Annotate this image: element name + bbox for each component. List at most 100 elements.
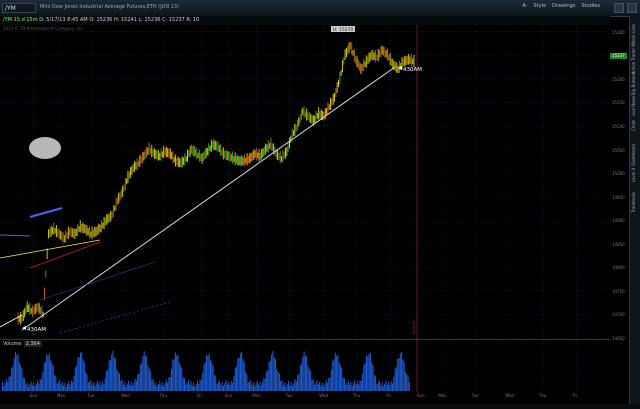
volume-bar xyxy=(302,356,304,391)
volume-bar xyxy=(273,357,275,391)
volume-bar xyxy=(376,383,378,391)
volume-bar xyxy=(93,381,94,391)
volume-bar xyxy=(269,360,271,391)
volume-bar xyxy=(112,350,114,391)
maximize-icon[interactable] xyxy=(627,3,637,13)
volume-bar xyxy=(249,382,250,391)
volume-label: Volume 2,364 xyxy=(3,341,42,347)
sidebar-tab[interactable]: Chart xyxy=(631,120,639,131)
volume-bar xyxy=(329,377,331,391)
volume-bar xyxy=(316,380,318,391)
right-sidebar: Watch Lists Active Trader Big Buttons Live … xyxy=(629,16,640,409)
volume-bar xyxy=(8,376,10,391)
volume-bar xyxy=(333,359,335,391)
volume-bar xyxy=(328,377,330,391)
volume-bar xyxy=(198,383,200,391)
volume-bar xyxy=(278,373,280,391)
time-tick-label: Fri xyxy=(386,393,392,398)
volume-bar xyxy=(388,381,390,391)
volume-bar xyxy=(54,375,55,391)
volume-bar xyxy=(117,371,119,391)
volume-bar xyxy=(126,383,128,391)
sidebar-tab[interactable]: Big Buttons xyxy=(631,72,639,95)
time-tick-label: Fri xyxy=(197,393,203,398)
volume-bar xyxy=(178,362,180,391)
price-tick-label: 15000 xyxy=(612,171,625,177)
font-size-button[interactable]: A- xyxy=(522,3,527,9)
volume-bar xyxy=(230,380,232,391)
volume-bar xyxy=(159,381,161,391)
volume-bar xyxy=(29,384,31,391)
volume-bar xyxy=(124,382,126,391)
period-label[interactable]: /YM 15 d 15m xyxy=(3,17,38,23)
quote-high: H: 15241 xyxy=(113,17,137,23)
time-axis[interactable]: Sun Mon Tue Wed Thu Fri Sun Mon Tue Wed Thu Fri Sun M… xyxy=(0,392,610,404)
volume-bar xyxy=(172,360,174,391)
volume-bar xyxy=(239,353,241,391)
volume-bar xyxy=(17,354,19,391)
studies-button[interactable]: Studies xyxy=(581,3,600,9)
quote-bar: /YM 15 d 15m D: 5/17/13 8:45 AM O: 15236… xyxy=(0,16,610,25)
sidebar-tab[interactable]: Live News xyxy=(631,96,639,116)
volume-bar xyxy=(7,382,9,391)
volume-bar xyxy=(51,362,53,391)
volume-bar xyxy=(76,365,78,391)
volume-bar xyxy=(5,379,7,391)
volume-bar xyxy=(158,383,159,391)
volume-bar xyxy=(290,382,292,391)
time-marker-arrow-left xyxy=(22,326,26,330)
annotation-ellipse xyxy=(29,137,61,159)
sidebar-tab[interactable]: Dashboard xyxy=(631,144,639,166)
volume-bar xyxy=(321,382,323,391)
volume-bar xyxy=(50,360,52,391)
volume-bar xyxy=(293,382,295,391)
volume-bar xyxy=(382,386,384,391)
volume-bar xyxy=(73,375,75,391)
panel-divider xyxy=(0,339,610,340)
volume-bar xyxy=(406,374,408,391)
volume-bar xyxy=(286,383,288,391)
volume-bar xyxy=(38,383,40,391)
volume-bar xyxy=(39,378,41,391)
time-gridlines xyxy=(33,25,577,392)
sidebar-tab[interactable]: Tradetools xyxy=(631,192,639,213)
price-chart[interactable]: H: 15270 430AM 430AM 4/30/13 xyxy=(0,0,640,409)
style-button[interactable]: Style xyxy=(533,3,546,9)
volume-bar xyxy=(342,377,344,391)
volume-bar xyxy=(380,385,382,391)
time-tick-label: Mon xyxy=(438,393,447,398)
volume-bar xyxy=(63,385,65,391)
volume-bar xyxy=(148,368,150,391)
volume-bar xyxy=(403,361,405,391)
volume-bar xyxy=(16,355,18,391)
volume-bar xyxy=(91,384,93,391)
volume-bar xyxy=(55,376,57,391)
volume-bar xyxy=(259,381,261,391)
volume-bar xyxy=(46,354,48,391)
volume-bar xyxy=(345,384,347,391)
sidebar-tab[interactable]: Active Trader xyxy=(631,48,639,74)
symbol-input[interactable]: /YM xyxy=(2,3,36,13)
time-tick-label: Mon xyxy=(57,393,66,398)
volume-bar xyxy=(303,351,305,391)
price-axis[interactable]: 1530015250152001515015100150501500014950… xyxy=(610,25,630,405)
volume-bar xyxy=(397,358,399,391)
volume-bar xyxy=(184,378,185,391)
sidebar-tab[interactable]: Watch Lists xyxy=(631,24,639,47)
volume-bar xyxy=(236,366,237,391)
sidebar-tab[interactable]: Level II xyxy=(631,168,639,182)
volume-bar xyxy=(30,381,32,391)
main-trendline xyxy=(21,66,396,331)
volume-bar xyxy=(381,382,383,391)
volume-bar xyxy=(255,383,257,391)
drawings-button[interactable]: Drawings xyxy=(552,3,575,9)
volume-bar xyxy=(346,382,348,391)
volume-bar xyxy=(182,377,184,391)
volume-bar xyxy=(271,354,273,391)
volume-bar xyxy=(24,378,26,391)
minimize-icon[interactable] xyxy=(614,3,624,13)
volume-bar xyxy=(399,353,401,391)
volume-bar xyxy=(225,380,227,391)
volume-bar xyxy=(22,377,24,391)
volume-bar xyxy=(99,381,101,391)
